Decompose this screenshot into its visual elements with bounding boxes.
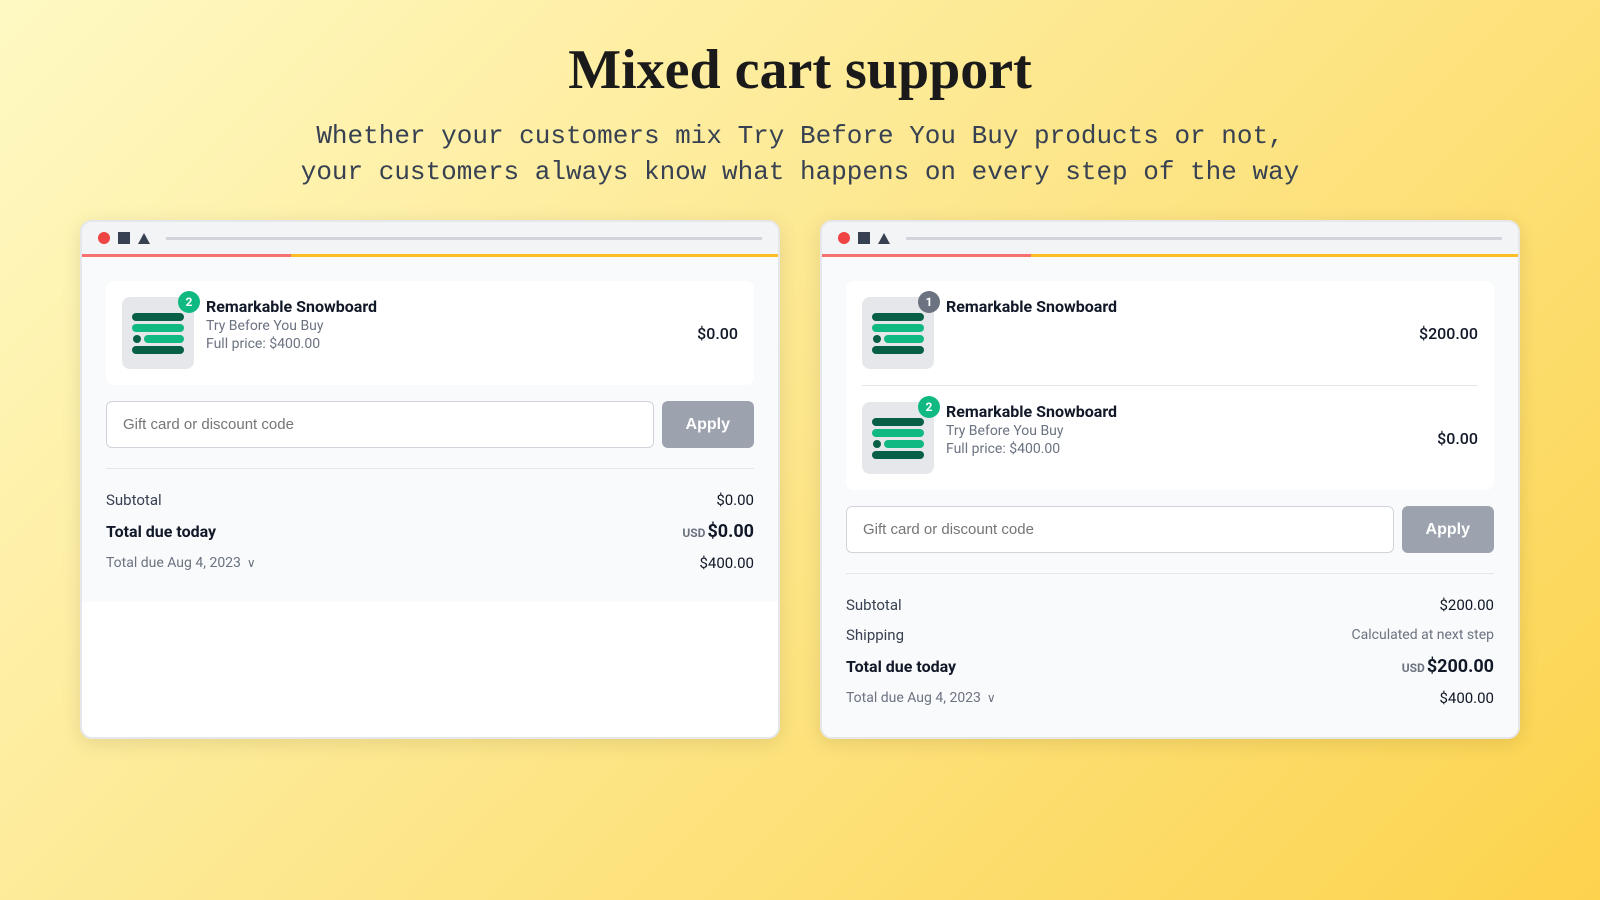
left-subtotal-value: $0.00	[716, 491, 754, 509]
right-product1-image-container: 1	[862, 297, 934, 369]
left-product-try: Try Before You Buy	[206, 318, 681, 334]
left-apply-button[interactable]: Apply	[662, 401, 754, 448]
right-product1-left: 1 Remarkable Snowboard	[862, 297, 1403, 369]
right-product2-badge: 2	[918, 396, 940, 418]
right-product1-name: Remarkable Snowboard	[946, 297, 1403, 316]
left-product-badge: 2	[178, 291, 200, 313]
right-card: 1 Remarkable Snowboard $200.00	[820, 220, 1520, 739]
left-subtotal-label: Subtotal	[106, 491, 162, 509]
right-product2-info: Remarkable Snowboard Try Before You Buy …	[946, 402, 1421, 457]
titlebar-line	[166, 237, 762, 240]
left-total-due-today-row: Total due today USD$0.00	[106, 515, 754, 548]
product-bar-4	[132, 346, 184, 354]
right-product2-dot	[873, 440, 881, 448]
right-total-due-aug-value: $400.00	[1439, 689, 1494, 707]
right-product1-badge: 1	[918, 291, 940, 313]
dot-red-icon	[98, 232, 110, 244]
right-product2-full-price: Full price: $400.00	[946, 441, 1421, 457]
right-product2-try: Try Before You Buy	[946, 423, 1421, 439]
left-product-full-price: Full price: $400.00	[206, 336, 681, 352]
right-product2-bar-3	[884, 440, 924, 448]
right-subtotal-label: Subtotal	[846, 596, 902, 614]
left-product-row: 2 Remarkable Snowboard Try Before You Bu…	[122, 297, 738, 369]
dot-triangle-icon-right	[878, 233, 890, 244]
left-discount-row: Apply	[106, 401, 754, 448]
subtitle: Whether your customers mix Try Before Yo…	[301, 118, 1300, 191]
right-total-due-today-row: Total due today USD$200.00	[846, 650, 1494, 683]
left-usd-prefix: USD	[682, 526, 705, 540]
left-card-content: 2 Remarkable Snowboard Try Before You Bu…	[82, 257, 778, 602]
left-product-name: Remarkable Snowboard	[206, 297, 681, 316]
right-total-due-today-value: USD$200.00	[1402, 656, 1494, 677]
browser-titlebar-right	[822, 222, 1518, 257]
left-discount-input[interactable]	[106, 401, 654, 448]
left-totals-section: Subtotal $0.00 Total due today USD$0.00 …	[106, 468, 754, 578]
left-product-container: 2 Remarkable Snowboard Try Before You Bu…	[106, 281, 754, 385]
right-usd-prefix: USD	[1402, 661, 1425, 675]
right-product1-dot	[873, 335, 881, 343]
dot-square-icon	[118, 232, 130, 244]
left-total-due-aug-label: Total due Aug 4, 2023 ∨	[106, 555, 256, 571]
products-divider	[862, 385, 1478, 386]
right-product2-left: 2 Remarkable Snowboard Try Before You Bu…	[862, 402, 1421, 474]
left-subtotal-row: Subtotal $0.00	[106, 485, 754, 515]
right-discount-row: Apply	[846, 506, 1494, 553]
right-shipping-row: Shipping Calculated at next step	[846, 620, 1494, 650]
right-product2-name: Remarkable Snowboard	[946, 402, 1421, 421]
right-product2-bar-2	[872, 429, 924, 437]
dot-square-icon-right	[858, 232, 870, 244]
right-card-content: 1 Remarkable Snowboard $200.00	[822, 257, 1518, 737]
titlebar-line-right	[906, 237, 1502, 240]
browser-titlebar-left	[82, 222, 778, 257]
right-product1-row: 1 Remarkable Snowboard $200.00	[862, 297, 1478, 369]
right-apply-button[interactable]: Apply	[1402, 506, 1494, 553]
page-title: Mixed cart support	[301, 40, 1300, 102]
right-product1-info: Remarkable Snowboard	[946, 297, 1403, 318]
right-product2-price: $0.00	[1437, 429, 1478, 448]
chevron-down-icon-right: ∨	[987, 691, 996, 705]
right-subtotal-row: Subtotal $200.00	[846, 590, 1494, 620]
right-discount-input[interactable]	[846, 506, 1394, 553]
cards-container: 2 Remarkable Snowboard Try Before You Bu…	[0, 220, 1600, 739]
right-product1-bar-3	[884, 335, 924, 343]
left-product-info: Remarkable Snowboard Try Before You Buy …	[206, 297, 681, 352]
dot-triangle-icon	[138, 233, 150, 244]
right-products-container: 1 Remarkable Snowboard $200.00	[846, 281, 1494, 490]
right-total-due-aug-label: Total due Aug 4, 2023 ∨	[846, 690, 996, 706]
right-shipping-value: Calculated at next step	[1352, 627, 1494, 643]
right-totals-section: Subtotal $200.00 Shipping Calculated at …	[846, 573, 1494, 713]
right-product2-bar-4	[872, 451, 924, 459]
left-total-due-aug-value: $400.00	[699, 554, 754, 572]
product-dot-1	[133, 335, 141, 343]
right-product1-price: $200.00	[1419, 324, 1478, 343]
dot-red-icon-right	[838, 232, 850, 244]
right-total-due-aug-row: Total due Aug 4, 2023 ∨ $400.00	[846, 683, 1494, 713]
product-bar-1	[132, 313, 184, 321]
product-bar-3	[144, 335, 184, 343]
left-product-image-container: 2	[122, 297, 194, 369]
right-shipping-label: Shipping	[846, 626, 904, 644]
right-subtotal-value: $200.00	[1439, 596, 1494, 614]
header-section: Mixed cart support Whether your customer…	[281, 0, 1320, 220]
right-product2-bar-1	[872, 418, 924, 426]
product-bar-2	[132, 324, 184, 332]
left-card: 2 Remarkable Snowboard Try Before You Bu…	[80, 220, 780, 739]
left-product-price: $0.00	[697, 324, 738, 343]
left-total-due-aug-row: Total due Aug 4, 2023 ∨ $400.00	[106, 548, 754, 578]
chevron-down-icon: ∨	[247, 556, 256, 570]
left-product-left: 2 Remarkable Snowboard Try Before You Bu…	[122, 297, 681, 369]
left-total-due-today-value: USD$0.00	[682, 521, 754, 542]
right-product2-row: 2 Remarkable Snowboard Try Before You Bu…	[862, 402, 1478, 474]
right-product1-bar-4	[872, 346, 924, 354]
right-total-due-today-label: Total due today	[846, 657, 956, 676]
right-product1-bar-1	[872, 313, 924, 321]
right-product2-image-container: 2	[862, 402, 934, 474]
left-total-due-today-label: Total due today	[106, 522, 216, 541]
right-product1-bar-2	[872, 324, 924, 332]
